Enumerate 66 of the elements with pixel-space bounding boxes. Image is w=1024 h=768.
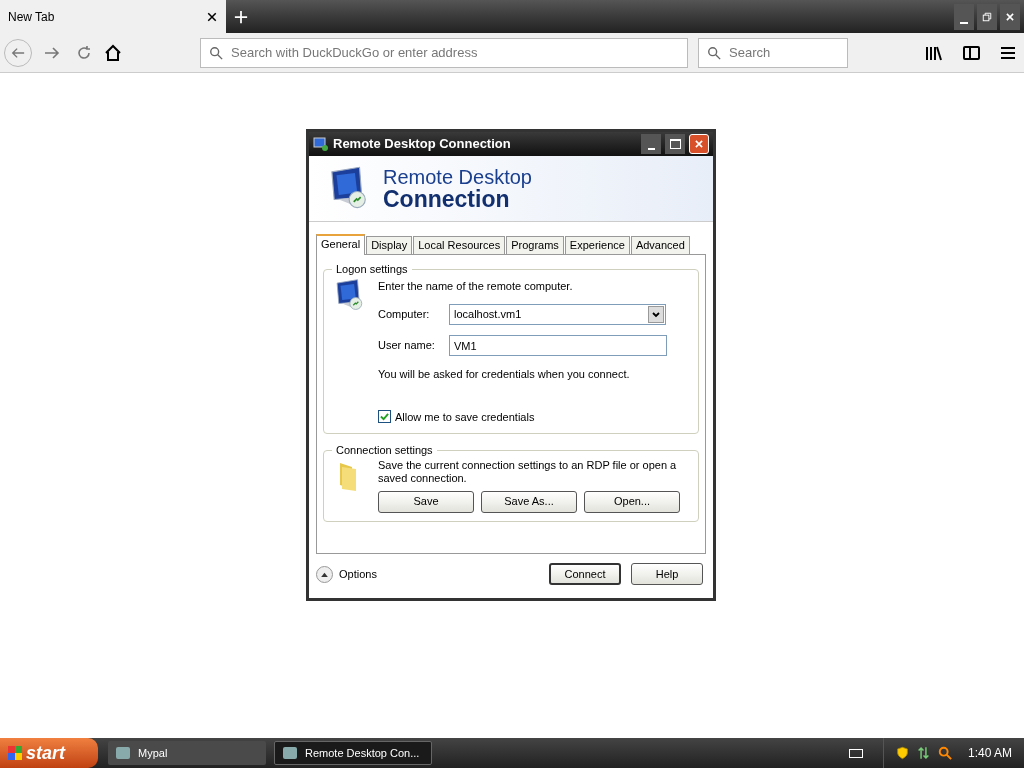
options-link[interactable]: Options (339, 565, 549, 583)
shield-icon[interactable] (895, 746, 909, 760)
taskbar-item[interactable]: Mypal (108, 741, 266, 765)
home-icon[interactable] (104, 43, 122, 62)
browser-tab[interactable]: New Tab (0, 0, 226, 33)
menu-icon[interactable] (1000, 44, 1016, 61)
forward-arrow-icon[interactable] (44, 44, 60, 61)
sidebar-icon[interactable] (962, 44, 980, 61)
restore-icon (982, 11, 992, 22)
username-field[interactable]: VM1 (449, 335, 667, 356)
note-text: You will be asked for credentials when you connect. (378, 367, 631, 382)
network-icon[interactable] (916, 746, 930, 760)
search-field[interactable]: Search (698, 37, 848, 68)
search-icon[interactable] (937, 746, 952, 760)
checkbox-label[interactable]: Allow me to save credentials (395, 408, 535, 425)
group-label: Logon settings (335, 262, 409, 277)
close-icon[interactable] (206, 10, 218, 23)
close-button[interactable] (1000, 3, 1020, 30)
checkbox[interactable] (378, 410, 391, 424)
clock: 1:40 AM (967, 745, 1012, 762)
triangle-up-icon (321, 571, 328, 577)
back-arrow-icon (11, 45, 25, 60)
minimize-button[interactable] (641, 133, 661, 154)
app-icon (283, 747, 297, 759)
app-icon (116, 747, 130, 759)
tab[interactable]: Display (366, 236, 413, 254)
close-button[interactable] (689, 133, 709, 154)
window-title: Remote Desktop Connection (333, 135, 512, 154)
group-label: Connection settings (335, 443, 434, 458)
taskbar-item[interactable]: Remote Desktop Con... (274, 741, 432, 765)
start-button[interactable]: start (0, 738, 98, 768)
intro-text: Enter the name of the remote computer. (378, 278, 574, 294)
library-icon[interactable] (924, 44, 942, 61)
tab[interactable]: General (316, 234, 366, 255)
plus-icon[interactable] (234, 9, 248, 24)
dialog-button[interactable]: Connect (549, 563, 621, 585)
maximize-button[interactable] (665, 133, 685, 154)
address-field[interactable]: Search with DuckDuckGo or enter address (200, 37, 688, 68)
tab[interactable]: Experience (564, 236, 630, 254)
app-icon (313, 135, 329, 152)
dialog-button[interactable]: Save (378, 490, 474, 513)
expand-button[interactable] (316, 565, 333, 583)
checkmark-icon (380, 412, 389, 422)
banner-title: Remote Desktop (383, 166, 532, 189)
tab[interactable]: Local Resources (413, 236, 506, 254)
description-text: Save the current connection settings to an RDP file or open a saved connection. (378, 458, 678, 485)
chevron-down-icon (652, 311, 660, 318)
tab[interactable]: Programs (506, 236, 564, 254)
close-icon (694, 138, 704, 149)
windows-logo-icon (8, 746, 22, 760)
reload-icon[interactable] (76, 44, 92, 61)
banner-title: Connection (383, 188, 510, 211)
dialog-button[interactable]: Help (631, 563, 703, 585)
search-icon (209, 45, 223, 60)
keyboard-icon[interactable] (848, 748, 863, 758)
dialog-button[interactable]: Save As... (481, 490, 577, 513)
dropdown-button[interactable] (648, 306, 664, 323)
computer-dropdown[interactable]: localhost.vm1 (449, 304, 666, 325)
restore-button[interactable] (977, 3, 997, 30)
dialog-button[interactable]: Open... (584, 490, 680, 513)
close-icon (1005, 11, 1015, 22)
field-label: User name: (378, 338, 436, 354)
search-icon (707, 45, 721, 60)
minimize-button[interactable] (954, 3, 974, 30)
tab[interactable]: Advanced (630, 236, 690, 254)
field-label: Computer: (378, 307, 431, 323)
